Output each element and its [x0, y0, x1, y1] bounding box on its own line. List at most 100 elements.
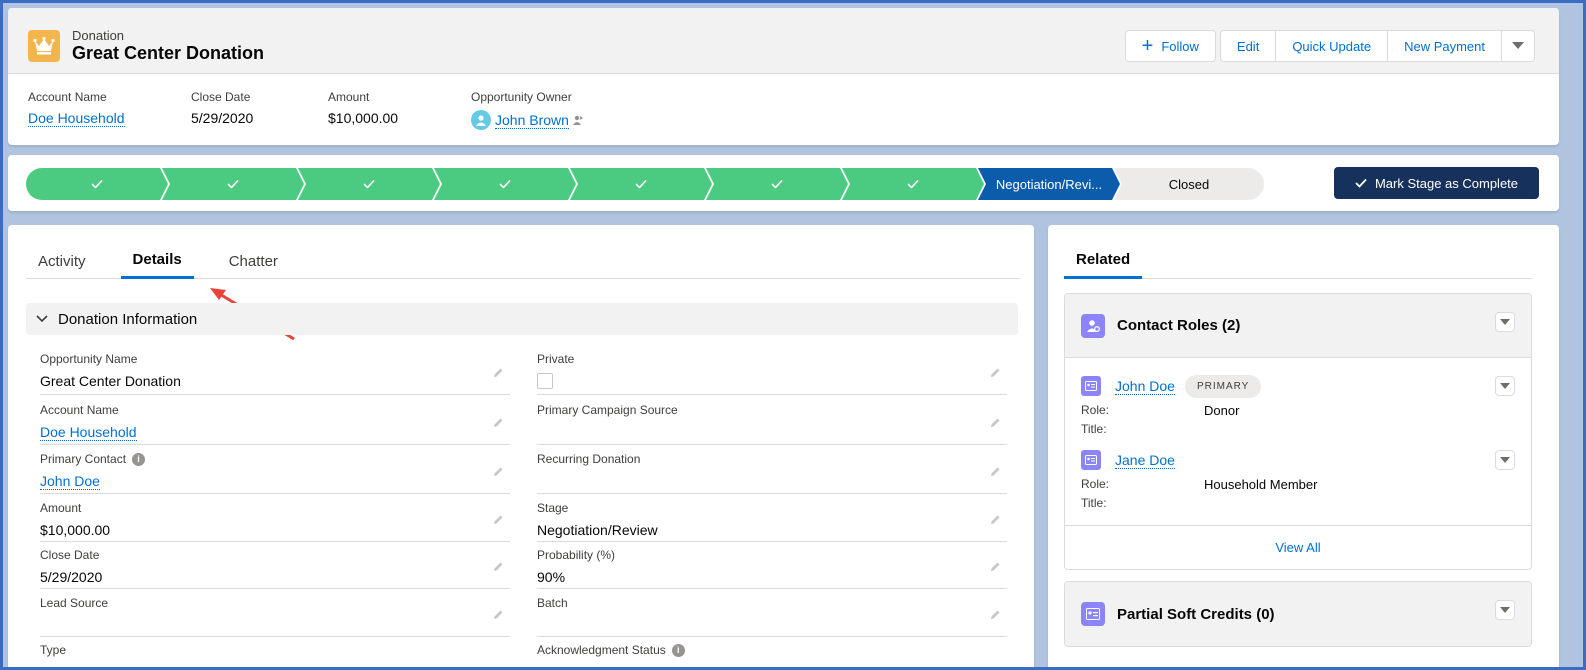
- chevron-down-icon: [1500, 607, 1510, 613]
- path-stage-completed[interactable]: [434, 168, 576, 200]
- field-value: Negotiation/Review: [537, 522, 658, 538]
- check-icon: [635, 177, 647, 192]
- section-title: Donation Information: [58, 310, 198, 328]
- edit-button[interactable]: Edit: [1219, 30, 1277, 62]
- highlight-value: 5/29/2020: [191, 110, 254, 126]
- contact-roles-card: Contact Roles (2) John Doe PRIMARY Role:…: [1064, 293, 1532, 570]
- card-footer-divider: [1065, 525, 1531, 526]
- contact-role-item-menu-button[interactable]: [1495, 450, 1515, 470]
- highlight-close-date: Close Date 5/29/2020: [191, 90, 253, 126]
- mark-stage-complete-button[interactable]: Mark Stage as Complete: [1334, 167, 1539, 199]
- pencil-icon[interactable]: [989, 560, 1001, 578]
- pencil-icon[interactable]: [989, 513, 1001, 531]
- info-icon[interactable]: i: [132, 452, 146, 466]
- path-stage-current[interactable]: Negotiation/Revi...: [978, 168, 1120, 200]
- quick-update-button[interactable]: Quick Update: [1276, 30, 1389, 62]
- contact-roles-title[interactable]: Contact Roles (2): [1117, 317, 1240, 334]
- path-stage-completed[interactable]: [26, 168, 168, 200]
- tab-chatter[interactable]: Chatter: [217, 243, 290, 279]
- mark-stage-label: Mark Stage as Complete: [1374, 175, 1519, 191]
- private-checkbox[interactable]: [537, 373, 553, 389]
- follow-button[interactable]: + Follow: [1124, 30, 1216, 62]
- partial-soft-credits-title[interactable]: Partial Soft Credits (0): [1117, 606, 1275, 623]
- user-avatar-icon: [471, 110, 491, 130]
- role-label: Role:: [1081, 403, 1110, 417]
- partial-soft-credits-header: Partial Soft Credits (0): [1065, 582, 1531, 646]
- new-payment-button[interactable]: New Payment: [1388, 30, 1502, 62]
- field-label: Lead Source: [40, 596, 109, 610]
- pencil-icon[interactable]: [492, 465, 504, 483]
- pencil-icon[interactable]: [492, 560, 504, 578]
- pencil-icon[interactable]: [989, 416, 1001, 434]
- pencil-icon[interactable]: [492, 416, 504, 434]
- field-label: Probability (%): [537, 548, 616, 562]
- record-tabs: Activity Details Chatter: [26, 243, 1020, 279]
- partial-soft-credits-menu-button[interactable]: [1495, 600, 1515, 620]
- contact-role-item: John Doe PRIMARY Role: Donor Title:: [1081, 374, 1511, 436]
- tab-related[interactable]: Related: [1064, 243, 1143, 279]
- pencil-icon[interactable]: [989, 366, 1001, 384]
- contact-card-icon: [1081, 376, 1101, 396]
- field-value: 5/29/2020: [40, 569, 103, 585]
- field-label: Amount: [40, 501, 82, 515]
- field-primary-campaign-source: Primary Campaign Source: [537, 403, 1007, 445]
- path-stage-label: Negotiation/Revi...: [995, 176, 1103, 192]
- donation-information-section-header[interactable]: Donation Information: [26, 303, 1018, 335]
- highlight-amount: Amount $10,000.00: [328, 90, 398, 126]
- chevron-down-icon: [1512, 42, 1524, 49]
- field-label: Primary Campaign Source: [537, 403, 678, 417]
- pencil-icon[interactable]: [492, 366, 504, 384]
- role-value: Donor: [1204, 403, 1240, 418]
- pencil-icon[interactable]: [989, 608, 1001, 626]
- related-panel: Related Contact Roles (2) John Doe PRIMA…: [1048, 225, 1559, 667]
- stage-path: Negotiation/Revi... Closed: [26, 168, 1264, 200]
- change-owner-icon[interactable]: [572, 114, 584, 126]
- chevron-down-icon: [1500, 319, 1510, 325]
- pencil-icon[interactable]: [492, 513, 504, 531]
- field-value-link[interactable]: John Doe: [40, 473, 100, 490]
- path-stage-completed[interactable]: [298, 168, 440, 200]
- field-label: Close Date: [40, 548, 100, 562]
- field-probability: Probability (%) 90%: [537, 548, 1007, 589]
- field-opportunity-name: Opportunity Name Great Center Donation: [40, 352, 510, 395]
- view-all-link[interactable]: View All: [1065, 540, 1531, 555]
- field-label: Acknowledgment Status: [537, 643, 666, 657]
- field-stage: Stage Negotiation/Review: [537, 501, 1007, 542]
- contact-card-icon: [1081, 602, 1105, 626]
- app-frame: Donation Great Center Donation + Follow …: [3, 3, 1583, 667]
- contact-roles-menu-button[interactable]: [1495, 312, 1515, 332]
- pencil-icon[interactable]: [989, 465, 1001, 483]
- path-stage-next[interactable]: Closed: [1114, 168, 1264, 200]
- check-icon: [907, 177, 919, 192]
- tab-activity[interactable]: Activity: [26, 243, 98, 279]
- path-stage-label: Closed: [1168, 176, 1210, 192]
- tab-details[interactable]: Details: [120, 243, 194, 279]
- path-stage-completed[interactable]: [570, 168, 712, 200]
- field-label: Recurring Donation: [537, 452, 641, 466]
- info-icon[interactable]: i: [671, 643, 685, 657]
- related-tabs: Related: [1064, 243, 1532, 279]
- field-lead-source: Lead Source: [40, 596, 510, 637]
- contact-role-item-menu-button[interactable]: [1495, 376, 1515, 396]
- field-value-link[interactable]: Doe Household: [40, 424, 137, 441]
- field-label: Batch: [537, 596, 568, 610]
- owner-link[interactable]: John Brown: [495, 112, 569, 129]
- path-stage-completed[interactable]: [706, 168, 848, 200]
- account-name-link[interactable]: Doe Household: [28, 110, 125, 127]
- contact-role-name-link[interactable]: Jane Doe: [1115, 452, 1175, 469]
- check-icon: [771, 177, 783, 192]
- chevron-down-icon: [1500, 457, 1510, 463]
- field-label: Primary Contact: [40, 452, 127, 466]
- contact-role-icon: [1081, 313, 1105, 338]
- pencil-icon[interactable]: [492, 608, 504, 626]
- highlight-account-name: Account Name Doe Household: [28, 90, 125, 127]
- path-stage-completed[interactable]: [842, 168, 984, 200]
- primary-badge: PRIMARY: [1184, 374, 1262, 398]
- highlight-label: Close Date: [191, 90, 251, 104]
- role-label: Role:: [1081, 477, 1110, 491]
- field-primary-contact: Primary Contact i John Doe: [40, 452, 510, 494]
- contact-role-name-link[interactable]: John Doe: [1115, 378, 1175, 395]
- record-header: Donation Great Center Donation + Follow …: [8, 8, 1559, 145]
- path-stage-completed[interactable]: [162, 168, 304, 200]
- more-actions-button[interactable]: [1502, 30, 1535, 62]
